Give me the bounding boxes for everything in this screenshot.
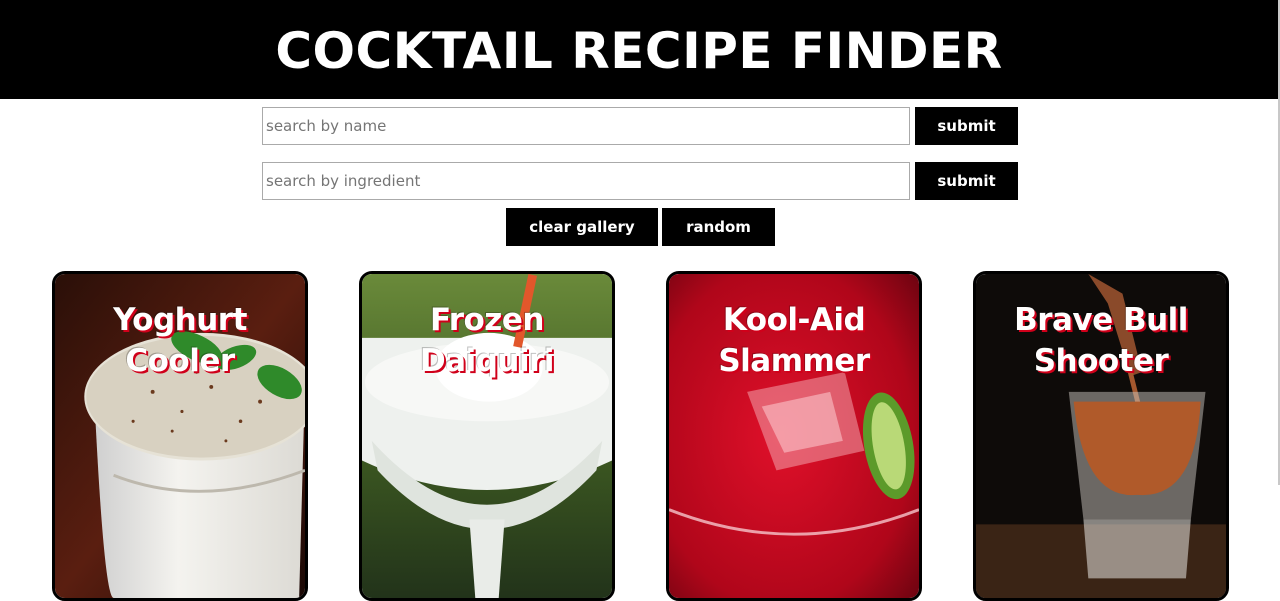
clear-gallery-button[interactable]: clear gallery xyxy=(506,208,658,246)
search-ingredient-submit-button[interactable]: submit xyxy=(915,162,1018,200)
search-ingredient-input[interactable] xyxy=(262,162,910,200)
search-ingredient-row: submit xyxy=(262,162,1018,200)
cocktail-card[interactable]: Yoghurt Cooler xyxy=(52,271,308,601)
cocktail-card[interactable]: Kool-Aid Slammer xyxy=(666,271,922,601)
page-title: COCKTAIL RECIPE FINDER xyxy=(275,21,1003,80)
cocktail-name: Kool-Aid Slammer xyxy=(718,302,870,379)
search-name-input[interactable] xyxy=(262,107,910,145)
cocktail-name: Yoghurt Cooler xyxy=(113,302,247,379)
page-header: COCKTAIL RECIPE FINDER xyxy=(0,0,1278,99)
search-name-row: submit xyxy=(262,107,1018,145)
cocktail-name: Brave Bull Shooter xyxy=(1014,302,1188,379)
cocktail-card[interactable]: Frozen Daiquiri xyxy=(359,271,615,601)
gallery-actions: clear gallery random xyxy=(506,208,775,246)
random-button[interactable]: random xyxy=(662,208,775,246)
cocktail-name: Frozen Daiquiri xyxy=(419,302,555,379)
search-name-submit-button[interactable]: submit xyxy=(915,107,1018,145)
cocktail-card[interactable]: Brave Bull Shooter xyxy=(973,271,1229,601)
